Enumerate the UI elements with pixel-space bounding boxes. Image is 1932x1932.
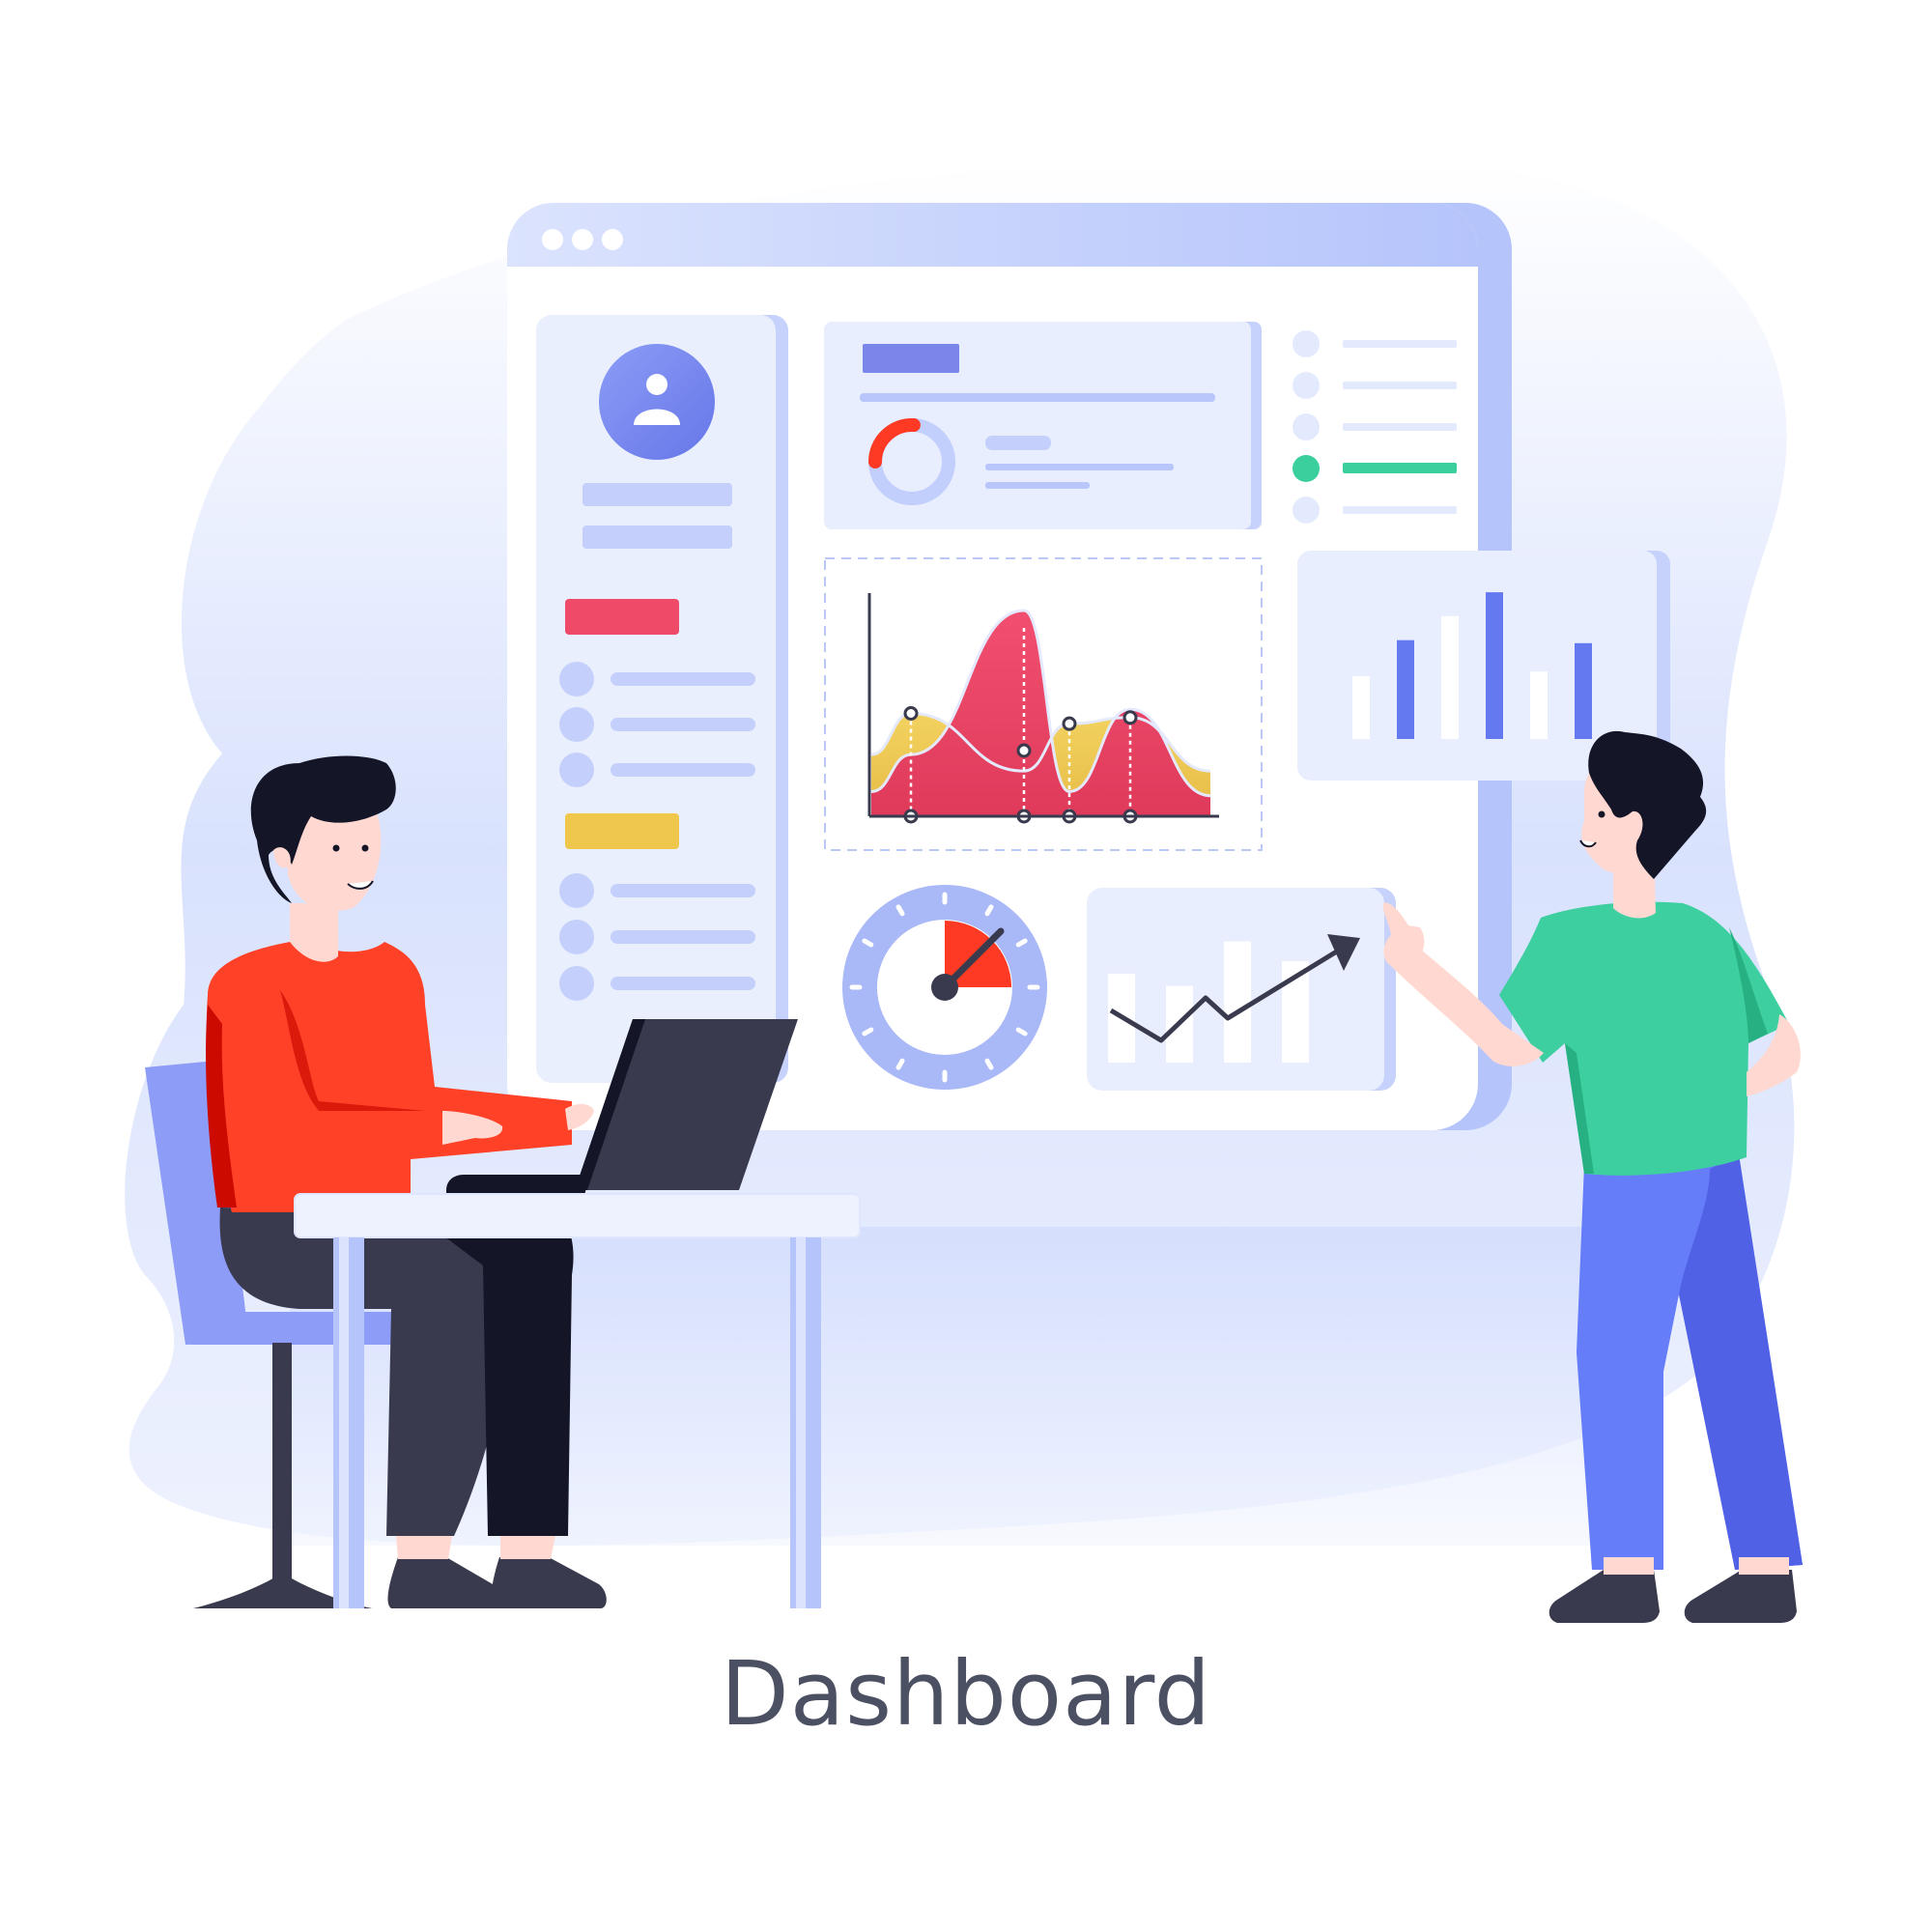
bar (1530, 671, 1548, 739)
sidebar-list-one (559, 662, 755, 787)
gauge-tick (1015, 938, 1028, 948)
card-text-line (985, 436, 1051, 450)
window-dot (572, 229, 593, 250)
sidebar-list-two (559, 873, 755, 1001)
gauge-tick (862, 938, 874, 948)
gauge-tick (1015, 1027, 1028, 1037)
bar (1224, 941, 1251, 1063)
speed-gauge (842, 885, 1047, 1090)
red-tag (565, 599, 679, 635)
card-title-bar (863, 344, 959, 373)
trend-card (1087, 888, 1396, 1091)
window-dot (602, 229, 623, 250)
bar (1486, 592, 1503, 739)
profile-name-bar (582, 483, 732, 506)
profile-role-bar (582, 526, 732, 549)
card-text-line (985, 482, 1090, 489)
bar (1397, 639, 1414, 739)
yellow-tag (565, 813, 679, 849)
gauge-tick (984, 1058, 994, 1070)
data-point (1122, 710, 1138, 725)
stats-card (824, 322, 1262, 529)
bar (1441, 615, 1459, 739)
bar (1352, 675, 1370, 739)
avatar (599, 344, 715, 460)
gauge-hub (931, 974, 958, 1001)
gauge-tick (984, 904, 994, 917)
data-point (903, 706, 919, 721)
window-dot (542, 229, 563, 250)
card-subtitle-line (860, 393, 1215, 402)
data-point (1016, 743, 1032, 758)
gauge-tick (895, 904, 905, 917)
profile-sidebar (536, 315, 788, 1083)
data-point (1062, 716, 1077, 731)
bar (1575, 642, 1592, 739)
gauge-tick (862, 1027, 874, 1037)
card-text-line (985, 464, 1174, 470)
area-chart (824, 557, 1263, 851)
caption-title: Dashboard (720, 1642, 1212, 1746)
gauge-tick (895, 1058, 905, 1070)
window-dots (542, 229, 623, 250)
